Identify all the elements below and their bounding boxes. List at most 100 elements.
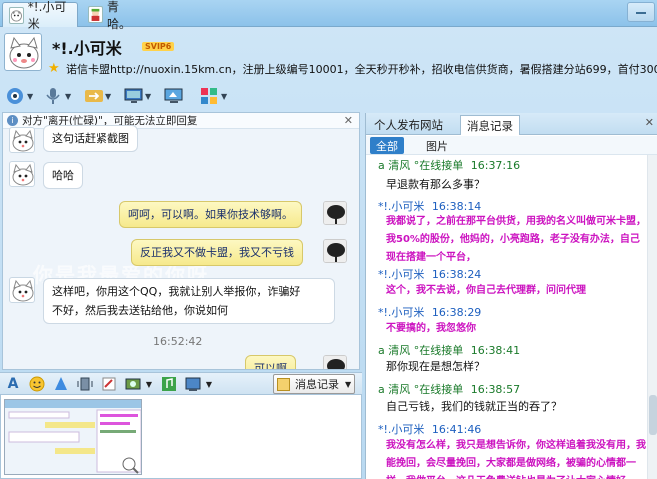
chevron-down-icon[interactable]: ▼	[221, 92, 227, 101]
side-panel: 个人发布网站 消息记录 ✕ 全部 图片 a 清风 °在线接单 16:37:16 …	[365, 113, 657, 479]
filter-all[interactable]: 全部	[370, 137, 404, 154]
vip-badge[interactable]: SVIP6	[142, 42, 175, 51]
record-time: 16:38:24	[431, 268, 482, 281]
message-bubble[interactable]: 这样吧，你用这个QQ，我就让别人举报你，诈骗好 不好，然后我去送钻给他，你说如何	[43, 278, 335, 324]
chevron-down-icon[interactable]: ▼	[27, 92, 33, 101]
chevron-down-icon[interactable]: ▼	[105, 92, 111, 101]
message-line: 这样吧，你用这个QQ，我就让别人举报你，诈骗好	[52, 285, 301, 298]
filter-images[interactable]: 图片	[420, 137, 454, 154]
record-text: 这个，我不去说，你自己去代理群，问问代理	[386, 285, 586, 296]
close-icon[interactable]: ✕	[645, 116, 654, 129]
message-bubble[interactable]: 反正我又不做卡盟，我又不亏钱	[131, 239, 303, 266]
record-header: *!.小可米 16:38:14	[378, 198, 481, 214]
record-time: 16:41:46	[431, 423, 482, 436]
tab-qingha[interactable]: 青哈。	[82, 0, 144, 31]
avatar[interactable]	[323, 355, 347, 369]
record-sender: *!.小可米	[378, 423, 425, 436]
remote-desktop-icon	[124, 87, 143, 105]
video-call-button[interactable]: ▼	[6, 85, 33, 107]
avatar[interactable]	[9, 161, 35, 187]
chat-history-pane[interactable]: i 对方"离开(忙碌)"，可能无法立即回复 ✕ 你是我最爱的你呀 这句话赶紧截图…	[2, 112, 360, 370]
record-sender: *!.小可米	[378, 268, 425, 281]
record-text: 不要搞的，我忽悠你	[386, 323, 476, 334]
contact-header: *!.小可米 SVIP6 ★ 诺信卡盟http://nuoxin.15km.cn…	[0, 27, 657, 83]
history-icon	[277, 377, 290, 391]
record-time: 16:38:14	[431, 200, 482, 213]
history-filter-bar: 全部 图片	[366, 136, 657, 155]
input-toolbar: A ▼ ▼ 消息记录 ▼	[0, 372, 362, 394]
record-sender: *!.小可米	[378, 306, 425, 319]
camera-icon	[6, 87, 24, 105]
message-input[interactable]	[0, 394, 362, 479]
remote-assist-button[interactable]: ▼	[124, 85, 151, 107]
chevron-down-icon[interactable]: ▼	[201, 376, 217, 392]
close-icon[interactable]: ✕	[344, 114, 353, 127]
voice-call-button[interactable]: ▼	[44, 85, 71, 107]
transfer-file-icon	[84, 87, 103, 105]
screenshot-icon[interactable]	[125, 376, 141, 392]
minimize-button[interactable]	[627, 2, 655, 22]
record-sender: a 清风 °在线接单	[378, 383, 464, 396]
picture-icon[interactable]	[185, 376, 201, 392]
chat-toolbar: ▼ ▼ ▼ ▼ ▼	[0, 83, 657, 111]
pasted-screenshot-thumbnail[interactable]	[4, 399, 142, 475]
avatar[interactable]	[323, 239, 347, 263]
avatar-cat-icon	[9, 6, 24, 24]
record-time: 16:38:57	[470, 383, 521, 396]
tab-message-history[interactable]: 消息记录	[460, 115, 520, 135]
avatar-doll-icon	[88, 6, 103, 23]
emoji-icon[interactable]	[29, 376, 45, 392]
message-bubble[interactable]: 可以啊	[245, 355, 296, 369]
record-text: 我没有怎么样，我只是想告诉你，你这样追着我没有用，我能挽回，会尽量挽回，大家都是…	[386, 440, 646, 479]
contact-avatar[interactable]	[4, 33, 42, 71]
message-bubble[interactable]: 这句话赶紧截图	[43, 125, 138, 152]
chevron-down-icon[interactable]: ▼	[65, 92, 71, 101]
avatar[interactable]	[9, 277, 35, 303]
record-sender: *!.小可米	[378, 200, 425, 213]
message-history-button[interactable]: 消息记录 ▼	[273, 374, 355, 394]
record-text: 早退款有那么多事？	[386, 178, 485, 191]
microphone-icon	[44, 87, 62, 105]
screen-share-button[interactable]	[164, 85, 183, 107]
record-header: a 清风 °在线接单 16:37:16	[378, 157, 520, 173]
avatar[interactable]	[323, 201, 347, 225]
font-icon[interactable]: A	[5, 376, 21, 392]
chevron-down-icon[interactable]: ▼	[145, 92, 151, 101]
vibration-icon[interactable]	[77, 376, 93, 392]
chevron-down-icon[interactable]: ▼	[141, 376, 157, 392]
magic-expression-icon[interactable]	[53, 376, 69, 392]
tab-bar: *!.小可米 青哈。	[0, 0, 657, 31]
music-icon[interactable]	[161, 376, 177, 392]
contact-signature: 诺信卡盟http://nuoxin.15km.cn，注册上级编号10001，全天…	[66, 63, 657, 76]
record-header: *!.小可米 16:41:46	[378, 421, 481, 437]
send-file-button[interactable]: ▼	[84, 85, 111, 107]
contact-name: *!.小可米	[52, 39, 122, 58]
side-panel-tabs: 个人发布网站 消息记录 ✕	[366, 113, 657, 135]
tab-xiaokemi[interactable]: *!.小可米	[2, 0, 78, 31]
record-header: *!.小可米 16:38:29	[378, 304, 481, 320]
record-sender: a 清风 °在线接单	[378, 344, 464, 357]
record-header: *!.小可米 16:38:24	[378, 266, 481, 282]
message-timestamp: 16:52:42	[153, 335, 203, 348]
record-time: 16:37:16	[470, 159, 521, 172]
history-label: 消息记录	[295, 378, 339, 391]
record-time: 16:38:29	[431, 306, 482, 319]
message-line: 不好，然后我去送钻给他，你说如何	[52, 304, 228, 317]
apps-icon	[200, 87, 218, 105]
handwriting-icon[interactable]	[101, 376, 117, 392]
record-header: a 清风 °在线接单 16:38:41	[378, 342, 520, 358]
avatar[interactable]	[9, 127, 35, 153]
record-sender: a 清风 °在线接单	[378, 159, 464, 172]
star-icon: ★	[48, 61, 60, 76]
scrollbar-thumb[interactable]	[649, 395, 657, 435]
record-time: 16:38:41	[470, 344, 521, 357]
record-text: 自己亏钱，我们的钱就正当的吞了？	[386, 400, 562, 413]
history-scrollbar[interactable]	[647, 155, 657, 479]
record-text: 那你现在是想怎样？	[386, 360, 485, 373]
apps-button[interactable]: ▼	[200, 85, 227, 107]
message-bubble[interactable]: 呵呵，可以啊。如果你技术够啊。	[119, 201, 302, 228]
history-list[interactable]: a 清风 °在线接单 16:37:16 早退款有那么多事？ *!.小可米 16:…	[366, 155, 648, 479]
message-bubble[interactable]: 哈哈	[43, 162, 83, 189]
record-header: a 清风 °在线接单 16:38:57	[378, 381, 520, 397]
tab-personal-site[interactable]: 个人发布网站	[368, 115, 449, 135]
